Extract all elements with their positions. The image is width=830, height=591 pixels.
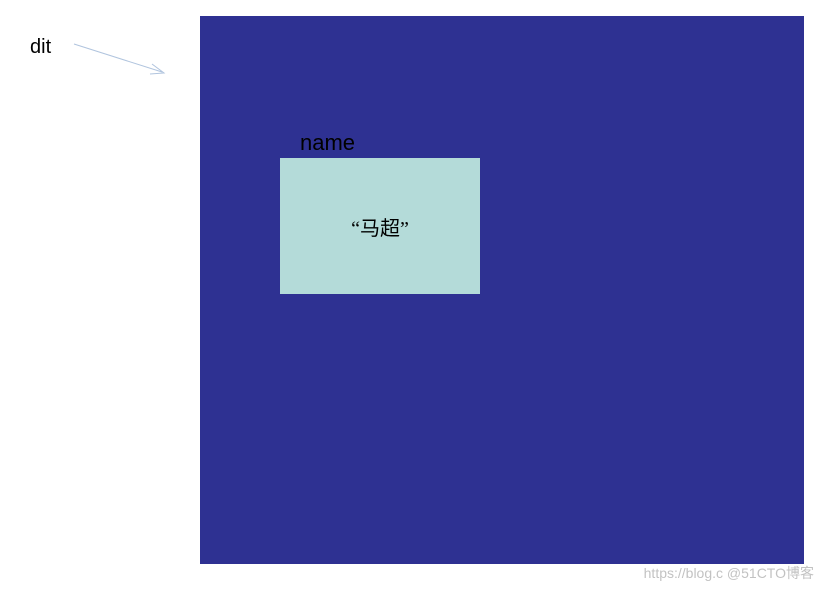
arrow-icon bbox=[72, 40, 172, 80]
inner-value-text: “马超” bbox=[351, 212, 409, 241]
outer-label: dit bbox=[30, 36, 51, 59]
watermark-text: https://blog.c @51CTO博客 bbox=[644, 563, 814, 583]
inner-label: name bbox=[300, 130, 355, 156]
inner-value-box: “马超” bbox=[280, 158, 480, 294]
